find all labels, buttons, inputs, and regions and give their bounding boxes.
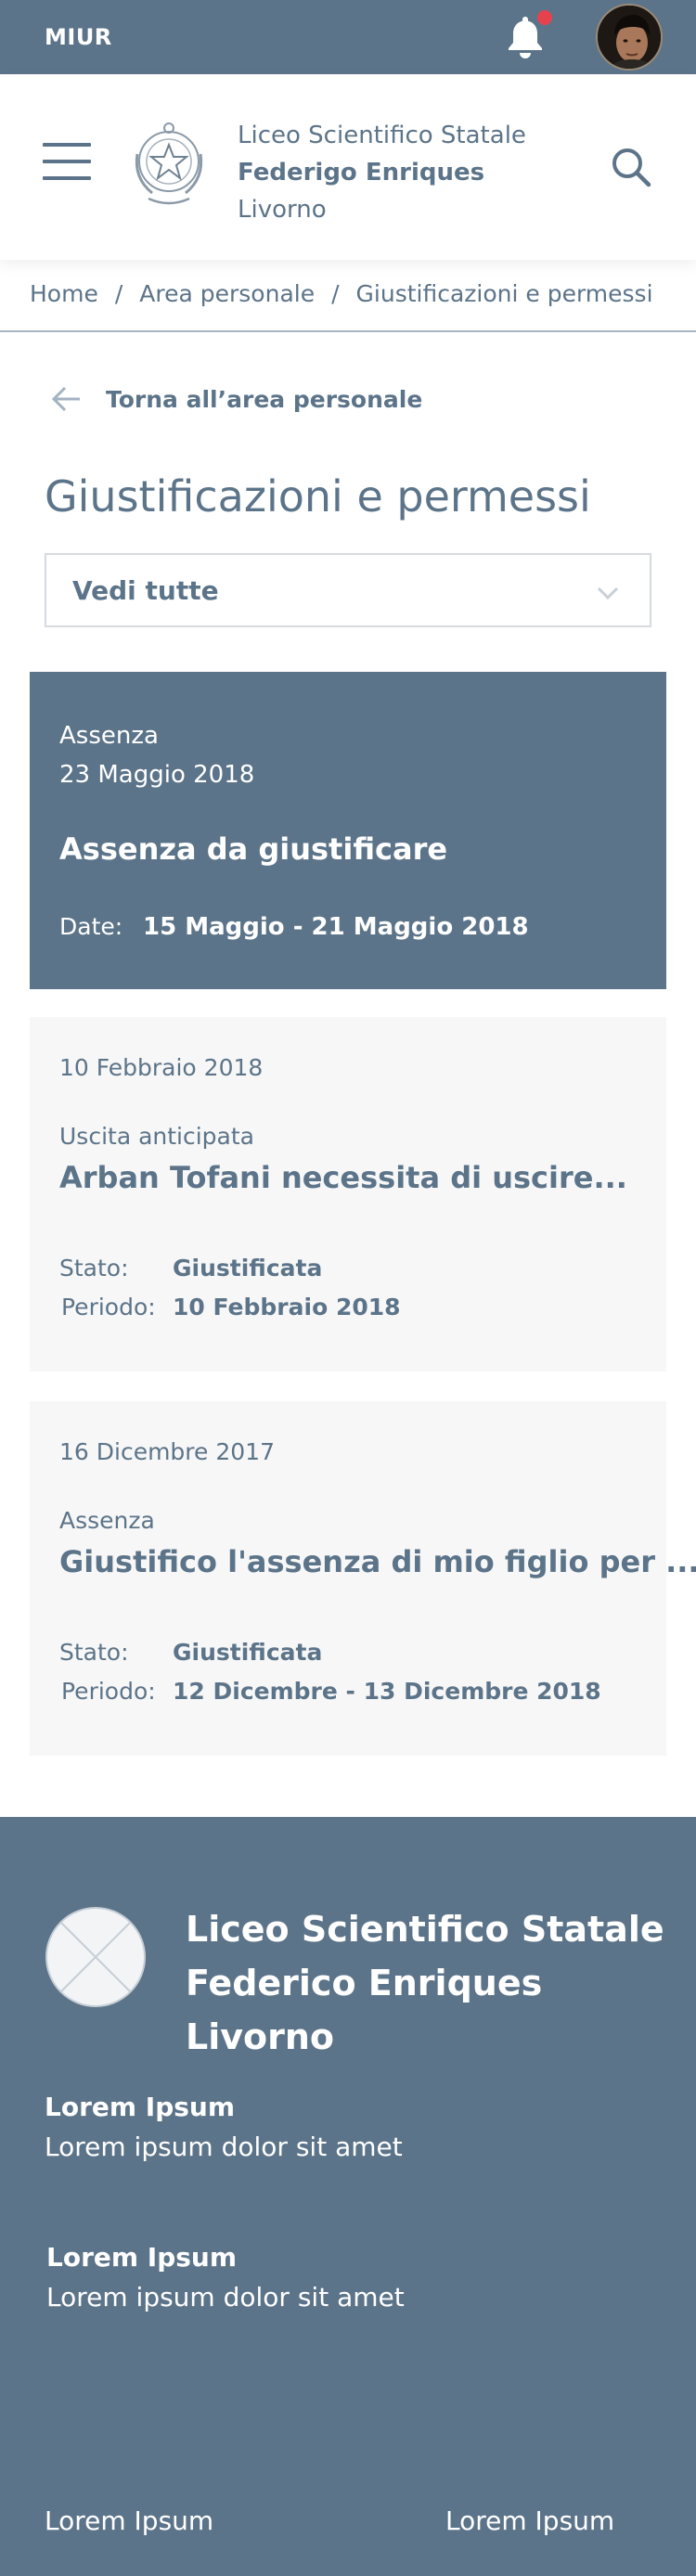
school-name[interactable]: Liceo Scientifico Statale Federigo Enriq… [238,117,526,228]
footer-school-title: Federico Enriques [186,1963,543,2003]
school-type: Liceo Scientifico Statale [238,122,526,149]
school-title: Federigo Enriques [238,159,485,187]
card-date: 16 Dicembre 2017 [59,1438,275,1465]
school-city: Livorno [238,196,327,224]
search-icon[interactable] [609,145,653,189]
footer-info-block: Lorem Ipsum Lorem ipsum dolor sit amet [45,2092,403,2162]
chevron-down-icon [594,579,622,607]
top-bar: MIUR [0,0,696,74]
filter-select-value: Vedi tutte [72,575,219,606]
footer-block-text: Lorem ipsum dolor sit amet [45,2132,403,2162]
card-type: Assenza [59,1507,155,1534]
arrow-left-icon [48,380,85,418]
brand-label[interactable]: MIUR [45,24,112,50]
back-link[interactable]: Torna all’area personale [48,380,422,418]
card-title[interactable]: Giustifico l'assenza di mio figlio per .… [59,1544,696,1579]
footer-school-city: Livorno [186,2016,335,2057]
card-date: 10 Febbraio 2018 [59,1054,264,1081]
emblem-icon[interactable] [128,117,210,210]
justification-card[interactable]: 16 Dicembre 2017 Assenza Giustifico l'as… [30,1401,696,1756]
card-status-label: Stato: [59,1639,129,1666]
footer-block-heading: Lorem Ipsum [46,2242,238,2273]
footer-info-block: Lorem Ipsum Lorem ipsum dolor sit amet [46,2242,405,2312]
card-period-value: 10 Febbraio 2018 [173,1294,401,1320]
breadcrumb-home[interactable]: Home [30,280,98,307]
footer-school-name: Liceo Scientifico Statale Federico Enriq… [186,1902,664,2064]
avatar[interactable] [596,4,663,71]
card-status-label: Stato: [59,1255,129,1282]
footer-school-type: Liceo Scientifico Statale [186,1909,664,1950]
breadcrumb-separator: / [114,280,123,307]
card-type: Uscita anticipata [59,1123,254,1150]
placeholder-logo-icon [45,1906,147,2008]
footer-link[interactable]: Lorem Ipsum [45,2505,213,2536]
card-period-value: 12 Dicembre - 13 Dicembre 2018 [173,1678,601,1705]
breadcrumb: Home / Area personale / Giustificazioni e pe… [30,280,653,307]
card-title[interactable]: Arban Tofani necessita di uscire... [59,1160,627,1195]
footer-link[interactable]: Lorem Ipsum [445,2505,614,2536]
card-date: 23 Maggio 2018 [59,761,255,789]
footer-block-heading: Lorem Ipsum [45,2092,236,2122]
breadcrumb-area-personale[interactable]: Area personale [139,280,315,307]
card-date-label: Date: [59,913,123,940]
card-period-label: Periodo: [61,1294,156,1320]
back-link-label: Torna all’area personale [106,385,423,413]
notification-badge [535,7,555,28]
justification-card[interactable]: 10 Febbraio 2018 Uscita anticipata Arban… [30,1017,666,1372]
footer-block-text: Lorem ipsum dolor sit amet [46,2282,405,2312]
page-title: Giustificazioni e permessi [45,471,591,522]
card-period-label: Periodo: [61,1678,156,1705]
breadcrumb-current: Giustificazioni e permessi [355,280,653,307]
card-date-value: 15 Maggio - 21 Maggio 2018 [143,913,529,941]
card-kind: Assenza [59,722,159,750]
card-status-value: Giustificata [173,1639,323,1666]
hamburger-menu-icon[interactable] [43,143,91,184]
site-header: Liceo Scientifico Statale Federigo Enriq… [0,74,696,260]
card-title: Assenza da giustificare [59,831,448,867]
pending-absence-card[interactable]: Assenza 23 Maggio 2018 Assenza da giusti… [30,672,666,989]
card-status-value: Giustificata [173,1255,323,1282]
breadcrumb-divider [0,330,696,332]
breadcrumb-separator: / [331,280,340,307]
filter-select[interactable]: Vedi tutte [45,553,651,627]
site-footer: Liceo Scientifico Statale Federico Enriq… [0,1817,696,2576]
